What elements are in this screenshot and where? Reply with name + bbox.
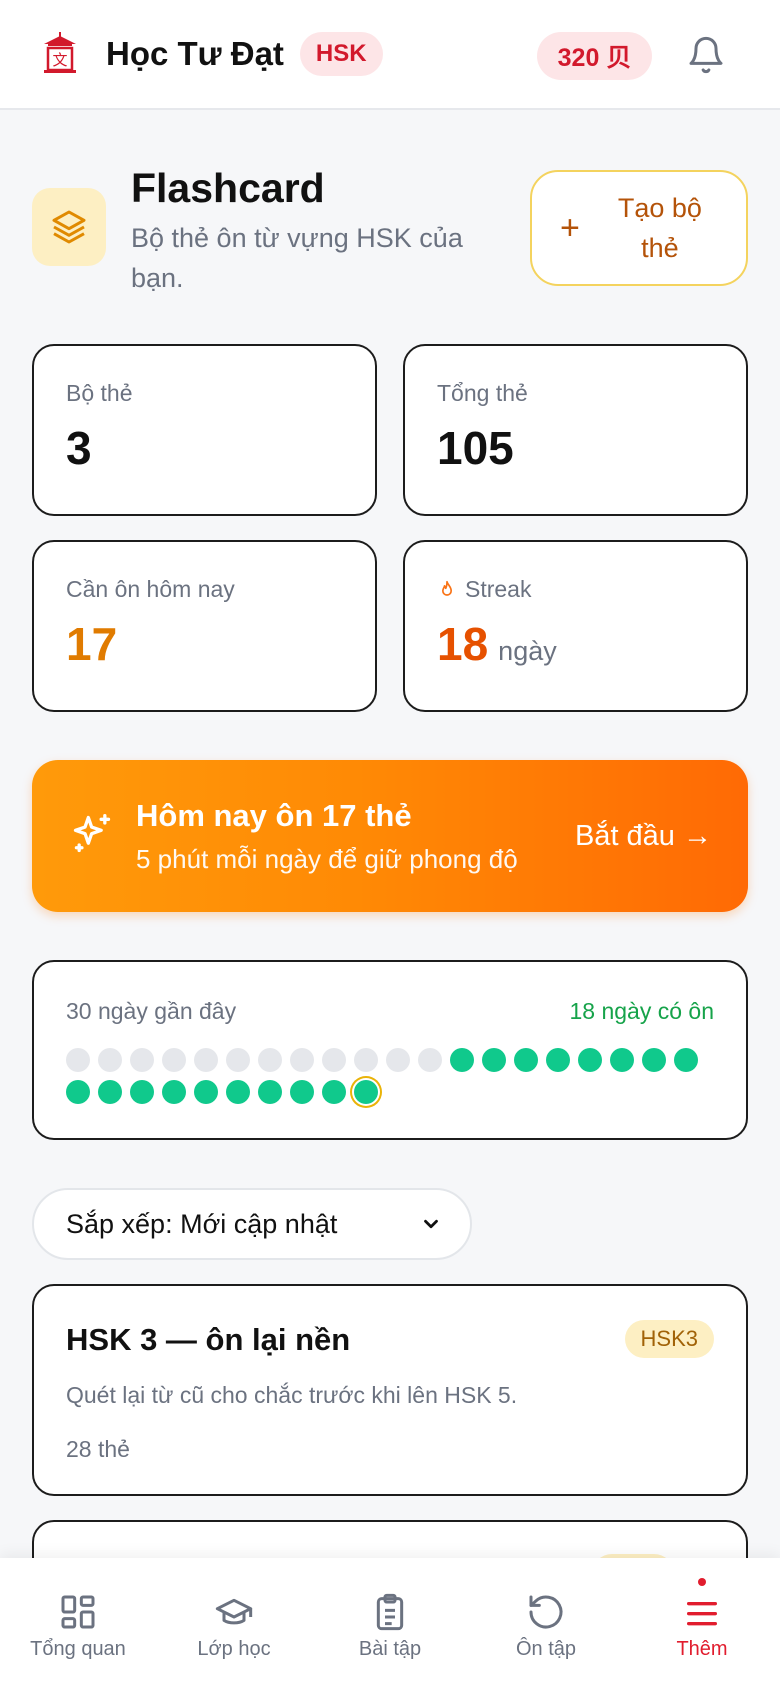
flame-icon (442, 580, 452, 596)
stat-label: Cần ôn hôm nay (66, 576, 235, 602)
activity-day (386, 1048, 410, 1072)
sort-label: Sắp xếp: Mới cập nhật (66, 1208, 338, 1239)
stat-due-today: Cần ôn hôm nay 17 (32, 540, 377, 712)
banner-subtitle: 5 phút mỗi ngày để giữ phong độ (136, 844, 518, 874)
stat-total-cards: Tổng thẻ 105 (403, 344, 748, 516)
activity-day (322, 1080, 346, 1104)
deck-card-count: 28 thẻ (66, 1436, 130, 1462)
app-header: 文 Học Tư Đạt HSK 320 贝 (0, 0, 780, 110)
stat-streak: Streak 18 ngày (403, 540, 748, 712)
activity-day (610, 1048, 634, 1072)
activity-day-today (354, 1080, 378, 1104)
activity-day (66, 1048, 90, 1072)
activity-day (674, 1048, 698, 1072)
start-button[interactable]: Bắt đầu → (575, 820, 712, 853)
create-deck-label: Tạo bộ thẻ (617, 193, 702, 263)
clipboard-icon (376, 1593, 404, 1631)
chevron-down-icon (424, 1219, 438, 1229)
sort-select[interactable]: Sắp xếp: Mới cập nhật (32, 1188, 472, 1260)
stat-label: Streak (465, 576, 532, 602)
activity-day (546, 1048, 570, 1072)
active-indicator (698, 1578, 706, 1586)
stat-unit: ngày (498, 636, 557, 666)
activity-day (290, 1080, 314, 1104)
plus-icon: + (560, 208, 580, 247)
activity-title: 30 ngày gần đây (66, 998, 237, 1024)
bottom-navigation: Tổng quan Lớp học Bài tập Ôn tập Thêm (0, 1558, 780, 1688)
svg-text:文: 文 (52, 51, 67, 69)
activity-day (354, 1048, 378, 1072)
create-deck-button[interactable]: + Tạo bộ thẻ (530, 170, 748, 286)
nav-review[interactable]: Ôn tập (468, 1558, 624, 1688)
nav-label: Bài tập (358, 1638, 422, 1660)
activity-day (258, 1080, 282, 1104)
stat-label: Tổng thẻ (437, 380, 528, 406)
bell-icon[interactable] (686, 34, 726, 76)
activity-day (66, 1080, 90, 1104)
nav-classes[interactable]: Lớp học (156, 1558, 312, 1688)
refresh-icon (529, 1595, 563, 1629)
stat-value: 18 (437, 618, 489, 670)
pagoda-logo-icon: 文 (44, 32, 76, 73)
stat-value-row: 18 ngày (437, 617, 746, 671)
banner-title: Hôm nay ôn 17 thẻ (136, 798, 412, 833)
activity-day (130, 1080, 154, 1104)
activity-day (130, 1048, 154, 1072)
activity-day (322, 1048, 346, 1072)
activity-day (98, 1080, 122, 1104)
activity-day (450, 1048, 474, 1072)
nav-label: Tổng quan (30, 1638, 126, 1660)
nav-label: Ôn tập (515, 1638, 577, 1660)
nav-label: Thêm (676, 1638, 728, 1660)
sparkles-icon (73, 814, 111, 853)
graduation-cap-icon (215, 1598, 253, 1625)
grid-icon (61, 1595, 95, 1629)
stat-decks: Bộ thẻ 3 (32, 344, 377, 516)
points-badge[interactable]: 320 贝 (537, 32, 652, 80)
activity-day (514, 1048, 538, 1072)
nav-overview[interactable]: Tổng quan (0, 1558, 156, 1688)
deck-level-badge: HSK3 (624, 1320, 714, 1358)
activity-day (418, 1048, 442, 1072)
layers-icon (32, 188, 106, 266)
nav-homework[interactable]: Bài tập (312, 1558, 468, 1688)
activity-day (194, 1048, 218, 1072)
activity-dots (66, 1048, 716, 1104)
nav-label: Lớp học (197, 1638, 271, 1660)
stat-label-row: Streak (437, 576, 746, 603)
activity-day (482, 1048, 506, 1072)
stat-value: 3 (66, 422, 92, 474)
page-subtitle: Bộ thẻ ôn từ vựng HSK của bạn. (131, 223, 463, 293)
menu-icon (687, 1602, 717, 1626)
activity-day (226, 1080, 250, 1104)
activity-day (258, 1048, 282, 1072)
stat-value: 105 (437, 422, 514, 474)
stat-label: Bộ thẻ (66, 380, 133, 406)
activity-day (194, 1080, 218, 1104)
activity-day (226, 1048, 250, 1072)
deck-title: HSK 3 — ôn lại nền (66, 1322, 351, 1357)
stat-value: 17 (66, 618, 118, 670)
activity-day (642, 1048, 666, 1072)
activity-day (162, 1048, 186, 1072)
activity-day (290, 1048, 314, 1072)
activity-day (578, 1048, 602, 1072)
deck-description: Quét lại từ cũ cho chắc trước khi lên HS… (66, 1382, 518, 1408)
deck-card[interactable]: HSK 3 — ôn lại nền HSK3 Quét lại từ cũ c… (32, 1284, 748, 1496)
app-title: Học Tư Đạt (106, 35, 284, 72)
review-banner[interactable]: Hôm nay ôn 17 thẻ 5 phút mỗi ngày để giữ… (32, 760, 748, 912)
nav-more[interactable]: Thêm (624, 1558, 780, 1688)
activity-day (98, 1048, 122, 1072)
level-badge[interactable]: HSK (299, 32, 383, 76)
activity-card: 30 ngày gần đây 18 ngày có ôn (32, 960, 748, 1140)
page-title: Flashcard (131, 165, 325, 211)
activity-day (162, 1080, 186, 1104)
activity-summary: 18 ngày có ôn (569, 998, 714, 1024)
